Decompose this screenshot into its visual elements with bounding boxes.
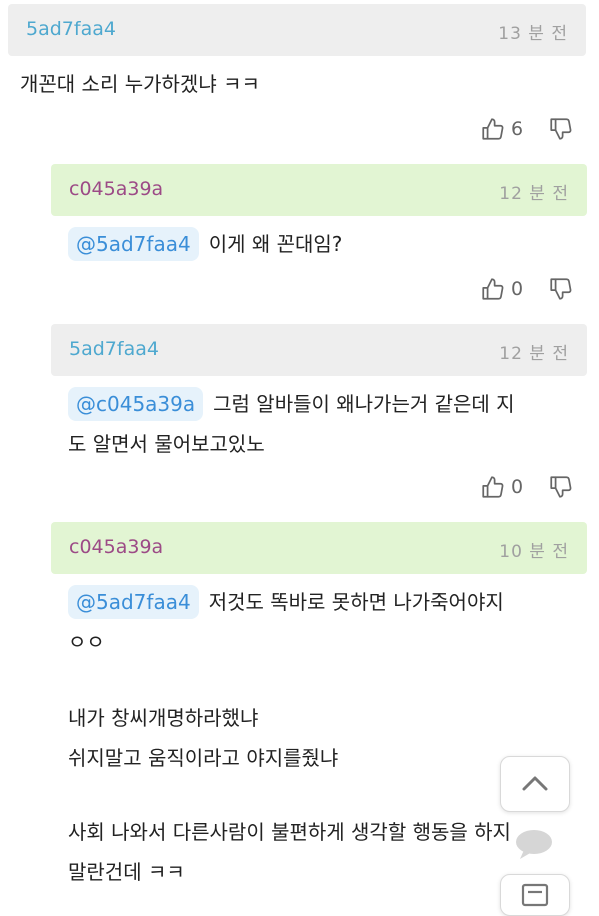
list-button[interactable] xyxy=(500,874,570,916)
comment-text: 이게 왜 꼰대임? xyxy=(208,232,343,256)
comment-text: 그럼 알바들이 왜나가는거 같은데 지 xyxy=(213,392,515,416)
like-count: 6 xyxy=(511,118,524,140)
comment-votes: 0 xyxy=(478,474,578,504)
comment-body: 개꼰대 소리 누가하겠냐 ㅋㅋ xyxy=(20,72,260,96)
comment-timestamp: 10 분 전 xyxy=(499,542,569,562)
list-icon xyxy=(521,883,549,907)
thumbs-up-icon[interactable] xyxy=(480,116,506,142)
comment-line: 사회 나와서 다른사람이 불편하게 생각할 행동을 하지 xyxy=(68,820,511,844)
reply-header: c045a39a 12 분 전 xyxy=(51,164,587,216)
comment-line: 도 알면서 물어보고있노 xyxy=(68,432,265,456)
comment-author[interactable]: 5ad7faa4 xyxy=(26,18,116,40)
chat-bubble-icon[interactable] xyxy=(512,826,556,862)
mention-tag[interactable]: @5ad7faa4 xyxy=(68,585,199,619)
scroll-top-button[interactable] xyxy=(500,756,570,812)
comment-line: @5ad7faa4 저것도 똑바로 못하면 나가죽어야지 xyxy=(68,582,588,622)
reply-header: 5ad7faa4 12 분 전 xyxy=(51,324,587,376)
comment-line: 내가 창씨개명하라했냐 xyxy=(68,706,259,730)
comment-body: @5ad7faa4 저것도 똑바로 못하면 나가죽어야지 ㅇㅇ xyxy=(68,582,588,662)
comment-timestamp: 12 분 전 xyxy=(499,184,569,204)
comment-timestamp: 12 분 전 xyxy=(499,344,569,364)
mention-tag[interactable]: @c045a39a xyxy=(68,387,204,421)
mention-tag[interactable]: @5ad7faa4 xyxy=(68,227,199,261)
comment-votes: 0 xyxy=(478,276,578,306)
comment-body: @5ad7faa4 이게 왜 꼰대임? xyxy=(68,224,342,264)
thumbs-down-icon[interactable] xyxy=(548,276,574,302)
thumbs-up-icon[interactable] xyxy=(480,276,506,302)
comment-body: @c045a39a 그럼 알바들이 왜나가는거 같은데 지 도 알면서 물어보고있… xyxy=(68,384,588,464)
comment-timestamp: 13 분 전 xyxy=(498,24,568,44)
comment-author[interactable]: c045a39a xyxy=(69,178,163,200)
like-count: 0 xyxy=(511,278,524,300)
like-count: 0 xyxy=(511,476,524,498)
comment-line: @c045a39a 그럼 알바들이 왜나가는거 같은데 지 xyxy=(68,384,588,424)
chevron-up-icon xyxy=(520,771,550,795)
comment-line: ㅇㅇ xyxy=(68,630,105,654)
thumbs-down-icon[interactable] xyxy=(548,474,574,500)
comment-author[interactable]: c045a39a xyxy=(69,536,163,558)
thumbs-down-icon[interactable] xyxy=(548,116,574,142)
reply-header: c045a39a 10 분 전 xyxy=(51,522,587,574)
comment-text: 저것도 똑바로 못하면 나가죽어야지 xyxy=(208,590,504,614)
comment-author[interactable]: 5ad7faa4 xyxy=(69,338,159,360)
comment-header: 5ad7faa4 13 분 전 xyxy=(8,4,586,56)
thumbs-up-icon[interactable] xyxy=(480,474,506,500)
comment-votes: 6 xyxy=(478,116,578,146)
